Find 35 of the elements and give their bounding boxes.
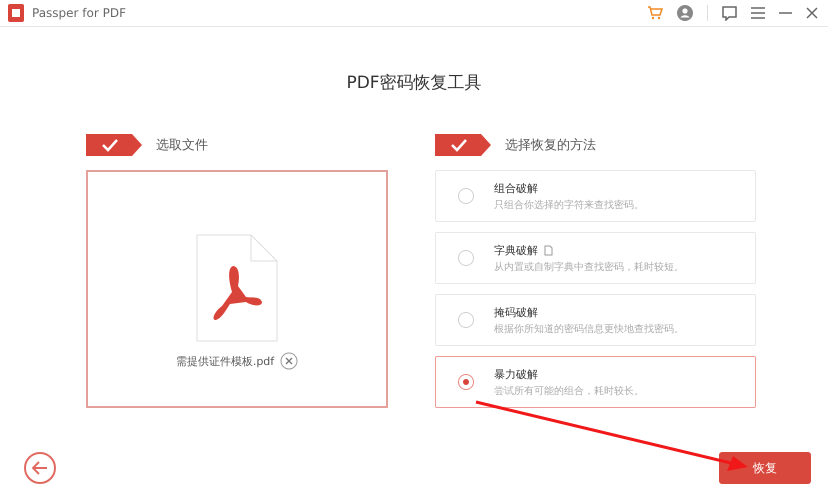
- method-name: 掩码破解: [494, 304, 538, 320]
- method-option[interactable]: 暴力破解 尝试所有可能的组合，耗时较长。: [435, 356, 756, 408]
- method-option[interactable]: 组合破解 只组合你选择的字符来查找密码。: [435, 170, 756, 222]
- back-arrow-icon: [32, 461, 48, 475]
- radio-button[interactable]: [458, 374, 474, 390]
- file-name: 需提供证件模板.pdf: [176, 354, 274, 368]
- page-heading: PDF密码恢复工具: [345, 72, 483, 94]
- step-label: 选择恢复的方法: [505, 137, 596, 154]
- radio-button[interactable]: [458, 312, 474, 328]
- account-icon[interactable]: [677, 5, 693, 21]
- method-option[interactable]: 掩码破解 根据你所知道的密码信息更快地查找密码。: [435, 294, 756, 346]
- radio-button[interactable]: [458, 188, 474, 204]
- feedback-icon[interactable]: [722, 6, 737, 20]
- remove-file-icon[interactable]: [280, 352, 298, 370]
- method-option[interactable]: 字典破解 从内置或自制字典中查找密码，耗时较短。: [435, 232, 756, 284]
- window-title: Passper for PDF: [32, 6, 127, 20]
- app-logo-icon: [8, 4, 24, 22]
- back-button[interactable]: [24, 452, 56, 484]
- step-label: 选取文件: [156, 137, 208, 154]
- file-drop-panel[interactable]: 需提供证件模板.pdf: [86, 170, 388, 408]
- cart-icon[interactable]: [647, 6, 663, 20]
- recover-button[interactable]: 恢复: [719, 452, 811, 484]
- document-icon[interactable]: [544, 244, 553, 256]
- method-description: 只组合你选择的字符来查找密码。: [494, 198, 644, 212]
- method-name: 字典破解: [494, 242, 538, 258]
- method-description: 尝试所有可能的组合，耗时较长。: [494, 384, 644, 398]
- method-description: 从内置或自制字典中查找密码，耗时较短。: [494, 260, 684, 274]
- method-description: 根据你所知道的密码信息更快地查找密码。: [494, 322, 684, 336]
- minimize-icon[interactable]: [779, 12, 792, 14]
- pdf-file-icon: [196, 234, 278, 342]
- close-icon[interactable]: [806, 7, 818, 19]
- radio-button[interactable]: [458, 250, 474, 266]
- method-name: 组合破解: [494, 180, 538, 196]
- method-name: 暴力破解: [494, 366, 538, 382]
- menu-icon[interactable]: [751, 7, 765, 19]
